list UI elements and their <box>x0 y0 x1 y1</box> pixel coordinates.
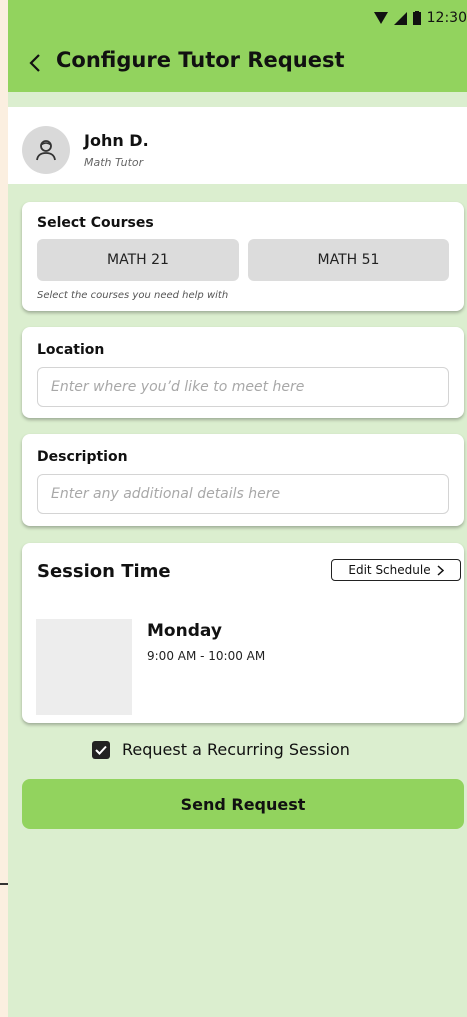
session-day: Monday <box>147 621 222 641</box>
app-bar: Configure Tutor Request <box>8 34 467 92</box>
signal-icon <box>393 11 407 25</box>
checkmark-icon <box>95 745 107 755</box>
course-option-math-21[interactable]: MATH 21 <box>37 239 239 281</box>
session-thumbnail <box>36 619 132 715</box>
location-card: Location <box>22 327 464 418</box>
tutor-name: John D. <box>84 131 149 150</box>
courses-label: Select Courses <box>37 215 154 231</box>
course-option-math-51[interactable]: MATH 51 <box>248 239 449 281</box>
status-icons: 12:30 <box>373 10 467 26</box>
location-label: Location <box>37 342 105 358</box>
recurring-session-option[interactable]: Request a Recurring Session <box>92 740 350 759</box>
chevron-right-icon <box>437 564 444 576</box>
session-card: Session Time Edit Schedule Monday 9:00 A… <box>22 543 464 723</box>
user-icon <box>36 140 56 161</box>
description-label: Description <box>37 449 128 465</box>
courses-hint: Select the courses you need help with <box>37 290 229 301</box>
page-title: Configure Tutor Request <box>56 48 345 72</box>
description-card: Description <box>22 434 464 526</box>
status-bar: 12:30 <box>8 0 467 34</box>
send-request-button[interactable]: Send Request <box>22 779 464 829</box>
back-button[interactable] <box>24 50 46 76</box>
tutor-profile: John D. Math Tutor <box>8 107 467 184</box>
session-title: Session Time <box>37 561 171 582</box>
edit-schedule-label: Edit Schedule <box>348 563 431 577</box>
recurring-checkbox[interactable] <box>92 740 110 759</box>
chevron-left-icon <box>29 54 40 72</box>
session-time-range: 9:00 AM - 10:00 AM <box>147 649 266 663</box>
edit-schedule-button[interactable]: Edit Schedule <box>331 559 461 581</box>
avatar <box>22 126 70 174</box>
description-input[interactable] <box>37 474 449 514</box>
app-screen: 12:30 Configure Tutor Request John D. Ma… <box>8 0 467 1017</box>
battery-icon <box>412 11 421 25</box>
location-input[interactable] <box>37 367 449 407</box>
wifi-icon <box>373 12 388 24</box>
tutor-role: Math Tutor <box>84 156 144 169</box>
courses-card: Select Courses MATH 21 MATH 51 Select th… <box>22 202 464 311</box>
recurring-label: Request a Recurring Session <box>122 740 350 759</box>
status-time: 12:30 <box>426 10 467 26</box>
